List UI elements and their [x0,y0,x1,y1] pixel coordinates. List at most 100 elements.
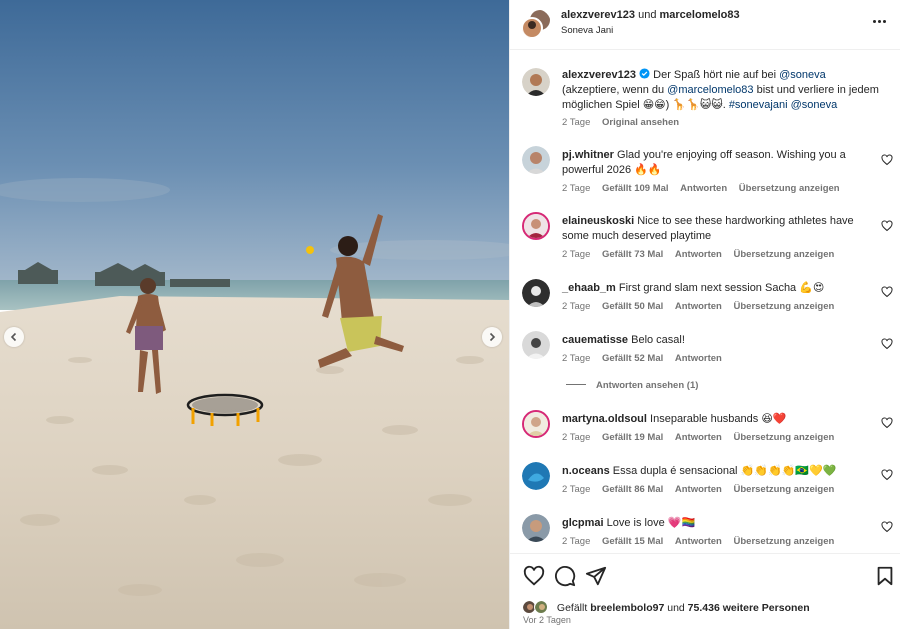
comment-text: elaineuskoski Nice to see these hardwork… [562,214,862,244]
comment-meta: 2 Tage Gefällt 52 Mal Antworten [562,353,731,364]
avatar[interactable] [522,331,550,359]
like-comment-heart-icon[interactable] [881,220,893,232]
reply-button[interactable]: Antworten [675,353,722,364]
bookmark-icon[interactable] [874,565,896,587]
next-image-button[interactable] [482,327,502,347]
like-comment-heart-icon[interactable] [881,521,893,533]
comment-meta: 2 Tage Gefällt 109 Mal Antworten Überset… [562,183,849,194]
comment-username[interactable]: elaineuskoski [562,215,634,227]
translate-button[interactable]: Übersetzung anzeigen [734,301,835,312]
comment-username[interactable]: n.oceans [562,465,610,477]
caption-text-2: (akzeptiere, wenn du [562,84,668,96]
comment-time[interactable]: 2 Tage [562,432,590,443]
comment-meta: 2 Tage Gefällt 50 Mal Antworten Übersetz… [562,301,843,312]
comment-likes[interactable]: Gefällt 50 Mal [602,301,663,312]
view-replies-button[interactable]: Antworten ansehen (1) [566,380,698,391]
comments-list[interactable]: alexzverev123 Der Spaß hört nie auf bei … [510,50,900,553]
comment-username[interactable]: pj.whitner [562,149,614,161]
author-username[interactable]: alexzverev123 [561,9,635,21]
comment-time[interactable]: 2 Tage [562,301,590,312]
translate-button[interactable]: Übersetzung anzeigen [734,484,835,495]
caption-meta: 2 Tage Original ansehen [562,117,688,128]
like-comment-heart-icon[interactable] [881,417,893,429]
translate-button[interactable]: Übersetzung anzeigen [734,536,835,547]
comment-username[interactable]: martyna.oldsoul [562,413,647,425]
comment-text: cauematisse Belo casal! [562,333,862,348]
comment-text: martyna.oldsoul Inseparable husbands 😆❤️ [562,412,862,427]
comment-likes[interactable]: Gefällt 109 Mal [602,183,669,194]
translate-button[interactable]: Übersetzung anzeigen [734,249,835,260]
comment-likes[interactable]: Gefällt 19 Mal [602,432,663,443]
comment-text: glcpmai Love is love 💗🏳️‍🌈 [562,516,862,531]
avatar[interactable] [522,410,550,438]
likes-connector: und [664,602,688,614]
comment-text: n.oceans Essa dupla é sensacional 👏👏👏👏🇧🇷… [562,464,862,479]
reply-button[interactable]: Antworten [675,536,722,547]
comment-username[interactable]: cauematisse [562,334,628,346]
comment-likes[interactable]: Gefällt 73 Mal [602,249,663,260]
avatar[interactable] [522,462,550,490]
hashtag-sonevajani[interactable]: #sonevajani [729,99,788,111]
comment-time[interactable]: 2 Tage [562,353,590,364]
like-comment-heart-icon[interactable] [881,469,893,481]
avatar[interactable] [522,146,550,174]
comment-time[interactable]: 2 Tage [562,183,590,194]
post-photo[interactable] [0,0,509,629]
comment-username[interactable]: glcpmai [562,517,604,529]
reply-button[interactable]: Antworten [680,183,727,194]
post-timestamp[interactable]: Vor 2 Tagen [523,615,571,625]
mention-soneva-2[interactable]: @soneva [791,99,838,111]
translate-button[interactable]: Übersetzung anzeigen [734,432,835,443]
avatar[interactable] [522,514,550,542]
comment-time[interactable]: 2 Tage [562,536,590,547]
previous-image-button[interactable] [4,327,24,347]
comment-meta: 2 Tage Gefällt 86 Mal Antworten Übersetz… [562,484,843,495]
mention-marcelomelo83[interactable]: @marcelomelo83 [667,84,753,96]
comment-body: Belo casal! [631,334,685,346]
see-original-button[interactable]: Original ansehen [602,117,679,128]
reply-button[interactable]: Antworten [675,249,722,260]
like-comment-heart-icon[interactable] [881,154,893,166]
coauthor-username[interactable]: marcelomelo83 [660,9,740,21]
comment-time[interactable]: 2 Tage [562,249,590,260]
like-comment-heart-icon[interactable] [881,338,893,350]
more-options-icon[interactable] [867,11,891,31]
likes-others-button[interactable]: 75.436 weitere Personen [688,602,810,614]
post-location[interactable]: Soneva Jani [561,25,613,36]
comment-likes[interactable]: Gefällt 52 Mal [602,353,663,364]
verified-badge-icon [639,68,650,79]
avatar [534,600,548,614]
chevron-right-icon [489,332,496,342]
paper-plane-icon[interactable] [585,565,607,587]
avatar[interactable] [522,212,550,240]
likes-summary: Gefällt breelembolo97 und 75.436 weitere… [522,600,810,614]
comment-meta: 2 Tage Gefällt 73 Mal Antworten Übersetz… [562,249,843,260]
caption-username[interactable]: alexzverev123 [562,69,636,81]
avatar[interactable] [522,279,550,307]
collab-avatars[interactable] [521,9,551,39]
avatar[interactable] [522,68,550,96]
like-comment-heart-icon[interactable] [881,286,893,298]
comment-username[interactable]: _ehaab_m [562,282,616,294]
caption-text: alexzverev123 Der Spaß hört nie auf bei … [562,68,882,113]
comment-text: _ehaab_m First grand slam next session S… [562,281,862,296]
comment-meta: 2 Tage Gefällt 19 Mal Antworten Übersetz… [562,432,843,443]
caption-text-1: Der Spaß hört nie auf bei [653,69,780,81]
mention-soneva[interactable]: @soneva [779,69,826,81]
comment-icon[interactable] [554,565,576,587]
liker-avatars[interactable] [522,600,552,614]
beach-photo-image [0,0,509,629]
comment-likes[interactable]: Gefällt 15 Mal [602,536,663,547]
authors-connector: und [638,9,657,21]
translate-button[interactable]: Übersetzung anzeigen [739,183,840,194]
comment-time[interactable]: 2 Tage [562,484,590,495]
comment-body: Love is love 💗🏳️‍🌈 [606,517,696,529]
caption-time[interactable]: 2 Tage [562,117,590,128]
reply-button[interactable]: Antworten [675,484,722,495]
liker-username[interactable]: breelembolo97 [590,602,664,614]
heart-icon[interactable] [523,565,545,587]
post-detail-panel: alexzverev123 und marcelomelo83 Soneva J… [509,0,900,629]
reply-button[interactable]: Antworten [675,301,722,312]
reply-button[interactable]: Antworten [675,432,722,443]
comment-likes[interactable]: Gefällt 86 Mal [602,484,663,495]
